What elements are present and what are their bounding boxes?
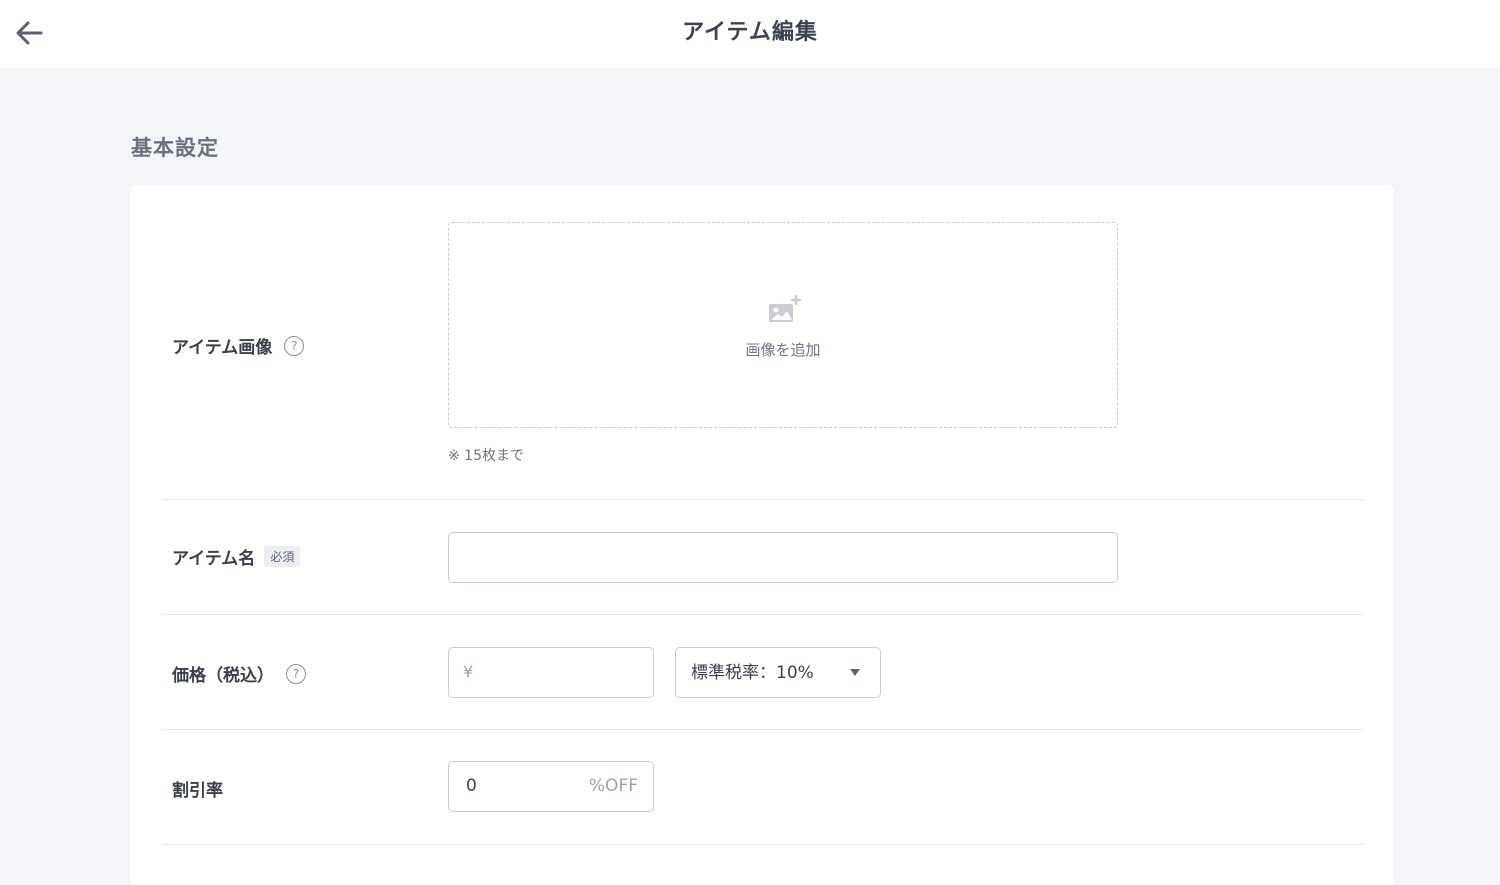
help-icon[interactable]: ? (284, 335, 305, 356)
add-image-label: 画像を追加 (745, 341, 821, 359)
item-name-label-group: アイテム名 必須 (172, 544, 301, 569)
image-limit-note: ※ 15枚まで (448, 448, 524, 464)
discount-row: 割引率 %OFF (162, 730, 1363, 845)
page-title: アイテム編集 (682, 20, 818, 45)
price-label: 価格（税込） (172, 666, 274, 686)
required-badge: 必須 (264, 546, 301, 567)
item-name-label: アイテム名 (172, 549, 256, 569)
image-upload-dropzone[interactable]: 画像を追加 (448, 222, 1118, 428)
item-image-label: アイテム画像 (172, 338, 273, 358)
item-image-row: アイテム画像 ? 画像を追加 ※ 15枚まで (162, 185, 1363, 500)
tax-rate-select[interactable]: 標準税率：10% (675, 647, 881, 698)
item-name-input[interactable] (448, 532, 1118, 583)
item-name-row: アイテム名 必須 (162, 500, 1363, 615)
price-label-group: 価格（税込） ? (172, 661, 306, 686)
discount-field[interactable]: %OFF (448, 761, 654, 812)
image-add-icon (769, 295, 802, 322)
discount-input[interactable] (464, 762, 574, 810)
discount-label: 割引率 (172, 781, 223, 801)
yen-symbol: ¥ (463, 662, 474, 681)
section-heading: 基本設定 (131, 136, 219, 160)
top-bar: アイテム編集 (0, 0, 1500, 68)
item-image-label-group: アイテム画像 ? (172, 333, 305, 358)
price-row: 価格（税込） ? ¥ 標準税率：10% (162, 615, 1363, 730)
discount-suffix: %OFF (588, 776, 638, 796)
price-field[interactable]: ¥ (448, 647, 654, 698)
price-input[interactable] (481, 648, 649, 696)
basic-settings-card: アイテム画像 ? 画像を追加 ※ 15枚まで アイテム名 必須 価格（税込） ? (130, 185, 1394, 885)
discount-label-group: 割引率 (172, 776, 223, 801)
tax-rate-value: 標準税率：10% (691, 663, 814, 683)
help-icon[interactable]: ? (286, 663, 306, 684)
caret-down-icon (850, 669, 860, 676)
